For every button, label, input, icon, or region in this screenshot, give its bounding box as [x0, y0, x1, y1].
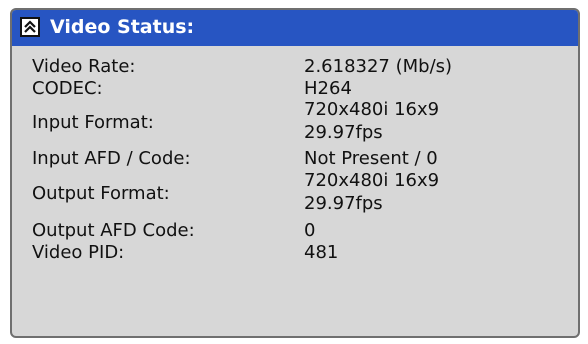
output-afd-value: 0	[304, 220, 316, 241]
output-afd-label: Output AFD Code:	[32, 220, 195, 241]
codec-value: H264	[304, 78, 352, 99]
video-status-panel: Video Status: Video Rate: 2.618327 (Mb/s…	[10, 8, 580, 338]
input-afd-value: Not Present / 0	[304, 148, 438, 169]
input-format-value-line1: 720x480i 16x9	[304, 99, 440, 120]
output-format-value-line2: 29.97fps	[304, 193, 383, 214]
input-format-label: Input Format:	[32, 112, 154, 133]
video-pid-value: 481	[304, 242, 339, 263]
input-afd-label: Input AFD / Code:	[32, 148, 191, 169]
status-list: Video Rate: 2.618327 (Mb/s) CODEC: H264 …	[12, 46, 578, 336]
chevron-up-collapse-icon	[24, 20, 36, 33]
video-rate-value: 2.618327 (Mb/s)	[304, 56, 453, 77]
panel-title: Video Status:	[50, 16, 195, 38]
panel-header: Video Status:	[12, 10, 578, 46]
input-format-value-line2: 29.97fps	[304, 122, 383, 143]
video-pid-label: Video PID:	[32, 242, 125, 263]
video-rate-label: Video Rate:	[32, 56, 136, 77]
output-format-value-line1: 720x480i 16x9	[304, 170, 440, 191]
collapse-button[interactable]	[20, 17, 40, 37]
codec-label: CODEC:	[32, 78, 103, 99]
output-format-label: Output Format:	[32, 183, 170, 204]
